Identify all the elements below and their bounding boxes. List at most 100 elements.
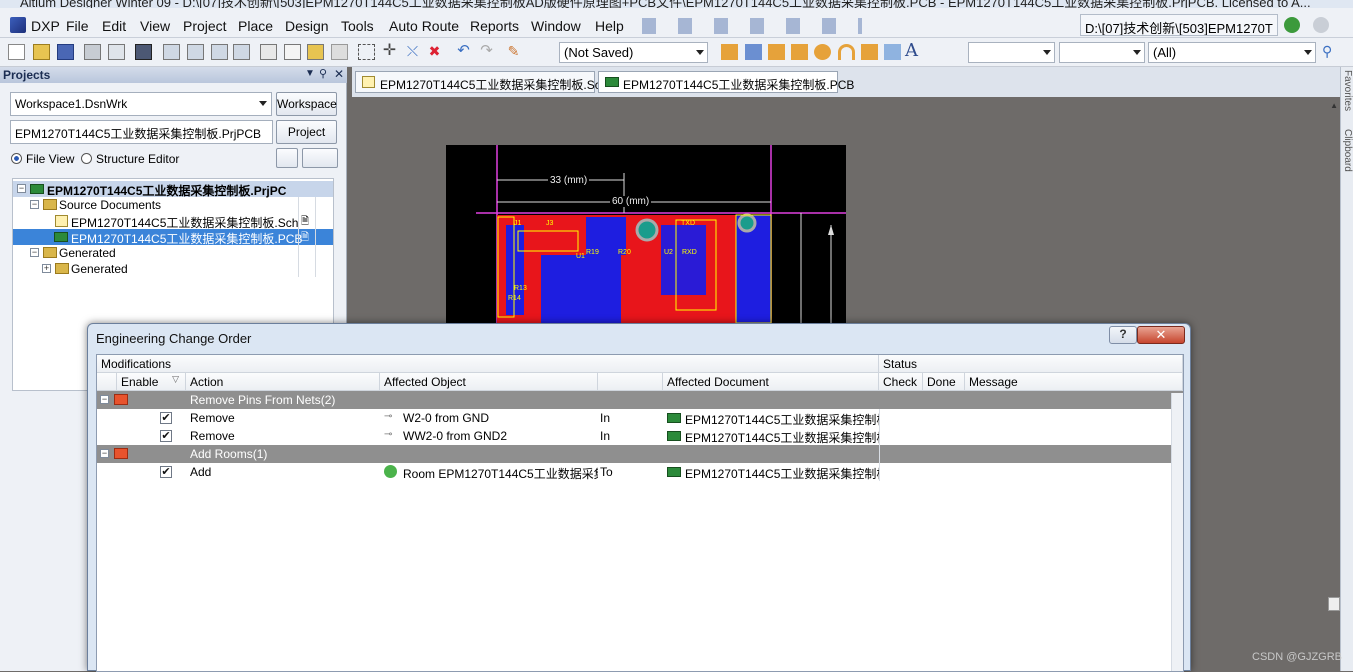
- collapse-icon[interactable]: −: [30, 248, 39, 257]
- enable-checkbox[interactable]: ✔: [160, 466, 172, 478]
- collapse-icon[interactable]: −: [100, 395, 109, 404]
- panel-menu-icon[interactable]: ▼: [305, 68, 315, 79]
- menu-auto-route[interactable]: Auto Route: [389, 18, 459, 34]
- tab-pcb[interactable]: EPM1270T144C5工业数据采集控制板.PCB: [598, 71, 854, 93]
- panel-close-icon[interactable]: ✕: [334, 67, 344, 81]
- project-field[interactable]: EPM1270T144C5工业数据采集控制板.PrjPCB: [10, 120, 273, 144]
- column-affected-document[interactable]: Affected Document: [663, 373, 879, 391]
- menu-view[interactable]: View: [140, 18, 170, 34]
- cross-probe-icon[interactable]: ✎: [505, 44, 522, 60]
- apply-filter-icon[interactable]: ⚲: [1322, 44, 1339, 60]
- tree-item-sch[interactable]: EPM1270T144C5工业数据采集控制板.Sch 🗎: [13, 213, 333, 230]
- collapse-icon[interactable]: −: [17, 184, 26, 193]
- via-icon[interactable]: [814, 44, 831, 60]
- move-icon[interactable]: ✛: [381, 43, 398, 60]
- clear-filter-icon[interactable]: ✖: [426, 44, 443, 60]
- string-icon[interactable]: A: [905, 42, 922, 60]
- zoom-selected-icon[interactable]: [211, 44, 228, 60]
- project-options-button[interactable]: [276, 148, 298, 168]
- menu-edit[interactable]: Edit: [102, 18, 126, 34]
- column-message[interactable]: Message: [965, 373, 1183, 391]
- project-menu-button[interactable]: [302, 148, 338, 168]
- file-view-radio[interactable]: [11, 153, 22, 164]
- menu-place[interactable]: Place: [238, 18, 273, 34]
- multi-route-icon[interactable]: [768, 44, 785, 60]
- tree-item-project[interactable]: − EPM1270T144C5工业数据采集控制板.PrjPC: [13, 181, 333, 198]
- enable-checkbox[interactable]: ✔: [160, 412, 172, 424]
- group-row-remove-pins[interactable]: − Remove Pins From Nets(2): [97, 391, 1183, 409]
- tree-item-generated-sub[interactable]: + Generated: [13, 261, 333, 277]
- menu-dxp[interactable]: DXP: [31, 18, 60, 34]
- help-button[interactable]: ?: [1109, 326, 1137, 344]
- dxp-logo-icon[interactable]: [10, 17, 26, 33]
- enable-checkbox[interactable]: ✔: [160, 430, 172, 442]
- menu-window[interactable]: Window: [531, 18, 581, 34]
- workspace-button[interactable]: Workspace: [276, 92, 337, 116]
- scroll-up-icon[interactable]: ▲: [1330, 101, 1338, 110]
- layers-icon[interactable]: [135, 44, 152, 60]
- layer-tool-icons[interactable]: [642, 18, 862, 34]
- clipboard-tab[interactable]: Clipboard: [1341, 129, 1353, 177]
- pcb-board-view[interactable]: 33 (mm) 60 (mm) J1 J3 U1 R19 R20 TXD RXD…: [446, 145, 846, 323]
- open-icon[interactable]: [33, 44, 50, 60]
- expand-icon[interactable]: +: [42, 264, 51, 273]
- rubber-stamp-icon[interactable]: [331, 44, 348, 60]
- back-icon[interactable]: [1284, 17, 1300, 33]
- menu-reports[interactable]: Reports: [470, 18, 519, 34]
- save-state-combo[interactable]: (Not Saved): [559, 42, 708, 63]
- zoom-filter-icon[interactable]: [233, 44, 250, 60]
- panel-pin-icon[interactable]: ⚲: [319, 67, 327, 80]
- layer-combo[interactable]: [968, 42, 1055, 63]
- select-area-icon[interactable]: [358, 44, 375, 60]
- workspace-combo[interactable]: Workspace1.DsnWrk: [10, 92, 272, 116]
- tree-item-source-documents[interactable]: − Source Documents: [13, 197, 333, 213]
- column-enable[interactable]: Enable ▽: [117, 373, 186, 391]
- arc-icon[interactable]: [838, 44, 855, 60]
- copy-icon[interactable]: [284, 44, 301, 60]
- fill-icon[interactable]: [861, 44, 878, 60]
- column-check[interactable]: Check: [879, 373, 923, 391]
- menu-project[interactable]: Project: [183, 18, 227, 34]
- column-done[interactable]: Done: [923, 373, 965, 391]
- favorites-tab[interactable]: Favorites: [1341, 70, 1353, 116]
- save-icon[interactable]: [57, 44, 74, 60]
- collapse-icon[interactable]: −: [100, 449, 109, 458]
- class-combo[interactable]: [1059, 42, 1145, 63]
- new-icon[interactable]: [8, 44, 25, 60]
- tree-item-pcb[interactable]: EPM1270T144C5工业数据采集控制板.PCB 🗎: [13, 229, 333, 246]
- deselect-icon[interactable]: ⤬: [404, 44, 421, 60]
- table-row[interactable]: ✔ Remove ⊸ WW2-0 from GND2 In EPM1270T14…: [97, 427, 1183, 445]
- table-row[interactable]: ✔ Add Room EPM1270T144C5工业数据采集 To EPM127…: [97, 463, 1183, 481]
- tab-sch[interactable]: EPM1270T144C5工业数据采集控制板.Sch: [355, 71, 607, 93]
- column-action[interactable]: Action: [186, 373, 380, 391]
- path-combo[interactable]: D:\[07]技术创新\[503]EPM1270T: [1080, 14, 1278, 36]
- close-button[interactable]: ✕: [1137, 326, 1185, 344]
- grid-scrollbar[interactable]: [1171, 393, 1183, 671]
- undo-icon[interactable]: ↶: [455, 43, 472, 60]
- group-row-add-rooms[interactable]: − Add Rooms(1): [97, 445, 1183, 463]
- cut-icon[interactable]: [260, 44, 277, 60]
- canvas-scroll-thumb[interactable]: [1328, 597, 1340, 611]
- column-direction[interactable]: [598, 373, 663, 391]
- structure-editor-radio[interactable]: [81, 153, 92, 164]
- forward-icon[interactable]: [1313, 17, 1329, 33]
- column-affected-object[interactable]: Affected Object: [380, 373, 598, 391]
- filter-combo[interactable]: (All): [1148, 42, 1316, 63]
- table-row[interactable]: ✔ Remove ⊸ W2-0 from GND In EPM1270T144C…: [97, 409, 1183, 427]
- redo-icon[interactable]: ↷: [478, 43, 495, 60]
- zoom-fit-icon[interactable]: [163, 44, 180, 60]
- tree-item-generated[interactable]: − Generated: [13, 245, 333, 261]
- diff-pair-icon[interactable]: [745, 44, 762, 60]
- print-icon[interactable]: [84, 44, 101, 60]
- zoom-area-icon[interactable]: [187, 44, 204, 60]
- paste-icon[interactable]: [307, 44, 324, 60]
- project-button[interactable]: Project: [276, 120, 337, 144]
- menu-tools[interactable]: Tools: [341, 18, 374, 34]
- print-preview-icon[interactable]: [108, 44, 125, 60]
- polygon-icon[interactable]: [884, 44, 901, 60]
- menu-file[interactable]: File: [66, 18, 89, 34]
- interactive-route-icon[interactable]: [721, 44, 738, 60]
- menu-help[interactable]: Help: [595, 18, 624, 34]
- collapse-icon[interactable]: −: [30, 200, 39, 209]
- pad-icon[interactable]: [791, 44, 808, 60]
